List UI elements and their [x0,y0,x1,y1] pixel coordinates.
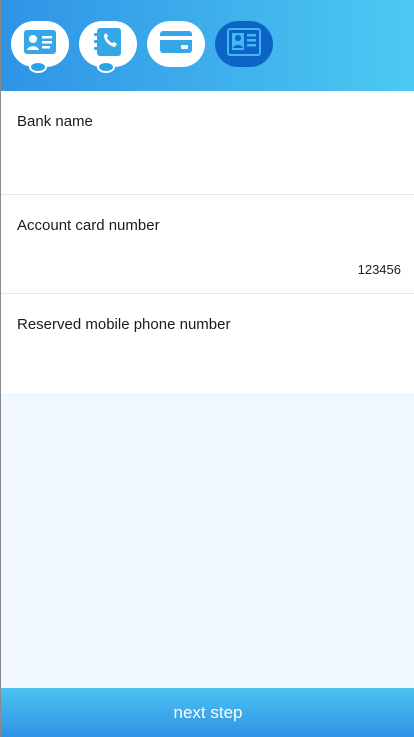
next-step-button[interactable]: next step [1,688,414,737]
bank-name-input[interactable] [101,158,401,173]
reserved-mobile-row[interactable]: Reserved mobile phone number [1,294,414,393]
phone-book-icon [91,27,125,62]
reserved-mobile-input[interactable] [101,361,401,376]
bank-form: Bank name Account card number Reserved m… [1,91,414,393]
account-card-number-input[interactable] [101,262,401,277]
step-id-card[interactable] [11,21,69,73]
progress-header [1,0,414,91]
bank-name-label: Bank name [17,113,93,130]
account-card-number-label: Account card number [17,217,160,234]
bank-card-icon [159,30,193,59]
bank-name-row[interactable]: Bank name [1,91,414,195]
step-contacts[interactable] [79,21,137,73]
account-card-number-row[interactable]: Account card number [1,195,414,294]
profile-card-icon [227,27,261,61]
step-bank-card[interactable] [147,21,205,67]
step-indicator-dot [29,61,47,73]
reserved-mobile-label: Reserved mobile phone number [17,316,231,333]
step-indicator-dot [97,61,115,73]
id-card-icon [23,29,57,60]
step-profile[interactable] [215,21,273,67]
